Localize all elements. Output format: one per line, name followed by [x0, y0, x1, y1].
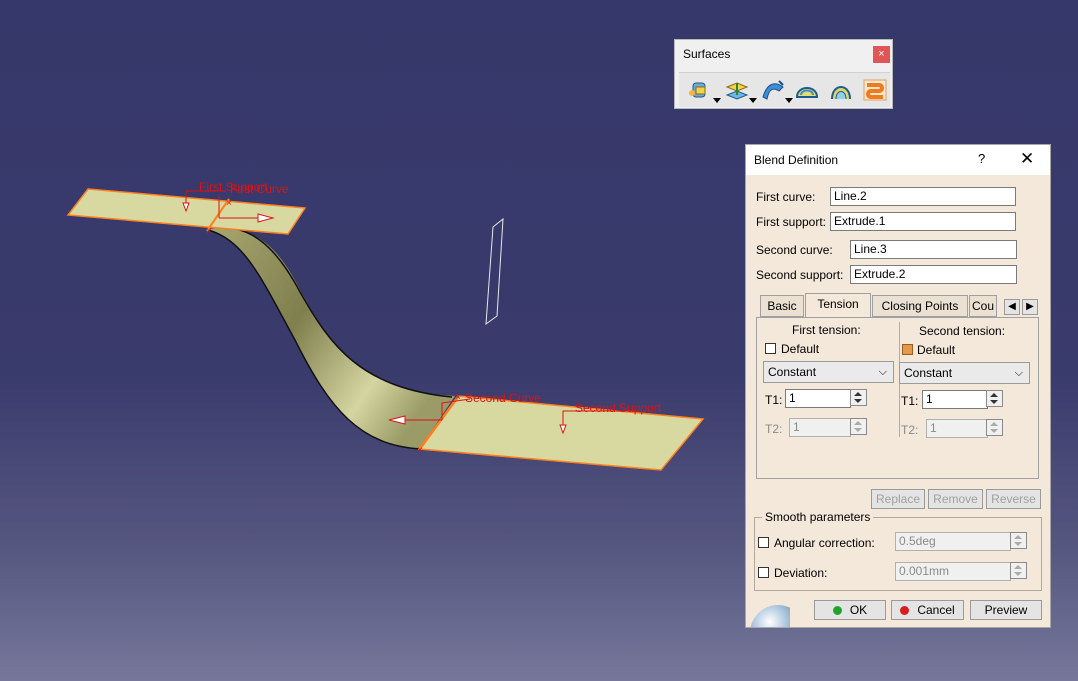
- deviation-checkbox[interactable]: [758, 567, 769, 578]
- smooth-parameters-title: Smooth parameters: [762, 510, 874, 524]
- first-t2-field[interactable]: 1: [789, 418, 851, 437]
- cancel-button[interactable]: Cancel: [891, 600, 964, 620]
- second-curve-label: Second Curve: [465, 391, 541, 405]
- toolbar-icons: [679, 72, 890, 107]
- first-curve-field[interactable]: Line.2: [830, 187, 1016, 206]
- remove-button[interactable]: Remove: [928, 489, 983, 509]
- tension-panel: First tension: Default Constant ⌵ T1: 1 …: [756, 317, 1039, 479]
- ok-button-label: OK: [849, 603, 868, 617]
- close-icon[interactable]: ✕: [1020, 149, 1034, 169]
- sweep-icon[interactable]: [759, 77, 793, 103]
- ok-button[interactable]: OK: [814, 600, 886, 620]
- second-support-label: Second Support: [575, 401, 662, 415]
- first-curve-label: First Curve: [230, 182, 289, 196]
- first-tension-mode-value: Constant: [768, 365, 817, 379]
- first-default-label: Default: [781, 342, 820, 356]
- tab-coupling[interactable]: Cou: [969, 295, 997, 317]
- second-end-marker: ×: [455, 392, 461, 403]
- deviation-field[interactable]: 0.001mm: [895, 562, 1011, 581]
- second-t1-spinner[interactable]: [986, 390, 1003, 407]
- first-default-checkbox[interactable]: [765, 343, 776, 354]
- second-t2-label: T2:: [901, 423, 919, 437]
- second-support-field[interactable]: Extrude.2: [850, 265, 1017, 284]
- extrude-icon[interactable]: [687, 77, 721, 103]
- first-t1-label: T1:: [765, 393, 783, 407]
- angular-correction-label: Angular correction:: [774, 536, 875, 550]
- angular-correction-spinner[interactable]: [1010, 532, 1027, 549]
- second-default-checkbox[interactable]: [902, 344, 913, 355]
- first-support-label: First support:: [756, 215, 827, 229]
- first-support-field[interactable]: Extrude.1: [830, 212, 1016, 231]
- second-t1-label: T1:: [901, 394, 919, 408]
- fill-icon[interactable]: [793, 77, 821, 103]
- angular-correction-checkbox[interactable]: [758, 537, 769, 548]
- first-tension-title: First tension:: [792, 323, 861, 337]
- second-t2-field[interactable]: 1: [926, 419, 988, 438]
- dialog-title-bar[interactable]: Blend Definition ? ✕: [746, 145, 1050, 175]
- first-curve-label: First curve:: [756, 190, 816, 204]
- tab-tension[interactable]: Tension: [805, 293, 871, 318]
- second-support-label: Second support:: [756, 268, 844, 282]
- offset-icon[interactable]: [723, 77, 757, 103]
- second-default-label: Default: [917, 343, 956, 357]
- ok-icon: [832, 606, 842, 615]
- first-tension-mode-select[interactable]: Constant ⌵: [763, 361, 894, 383]
- tab-scroll-left-button[interactable]: ◀: [1004, 299, 1020, 315]
- first-point-marker: ×: [206, 226, 212, 237]
- second-tension-mode-select[interactable]: Constant ⌵: [899, 362, 1030, 384]
- tab-basic[interactable]: Basic: [760, 295, 804, 317]
- preview-button[interactable]: Preview: [970, 600, 1042, 620]
- cancel-icon: [900, 606, 910, 615]
- chevron-down-icon: ⌵: [1014, 367, 1023, 379]
- deviation-label: Deviation:: [774, 566, 828, 580]
- second-tension-mode-value: Constant: [904, 366, 953, 380]
- first-end-marker: ×: [226, 198, 232, 209]
- first-t1-field[interactable]: 1: [785, 389, 851, 408]
- second-curve-label: Second curve:: [756, 243, 833, 257]
- toolbar-title: Surfaces: [683, 47, 731, 61]
- dialog-title: Blend Definition: [754, 153, 839, 167]
- second-tension-title: Second tension:: [919, 324, 1006, 338]
- first-t1-spinner[interactable]: [850, 389, 867, 406]
- blend-definition-dialog[interactable]: Blend Definition ? ✕ First curve: Line.2…: [745, 144, 1051, 628]
- chevron-down-icon: ⌵: [878, 366, 887, 378]
- first-t2-spinner[interactable]: [850, 418, 867, 435]
- second-t2-spinner[interactable]: [986, 419, 1003, 436]
- cancel-button-label: Cancel: [917, 603, 955, 617]
- reverse-button[interactable]: Reverse: [986, 489, 1041, 509]
- catia-logo: [746, 595, 790, 627]
- second-point-marker: ×: [417, 445, 423, 456]
- replace-button[interactable]: Replace: [871, 489, 925, 509]
- blend-icon[interactable]: [861, 77, 889, 103]
- reference-plane[interactable]: [485, 217, 504, 326]
- blend-surface[interactable]: [208, 228, 455, 448]
- tab-scroll-right-button[interactable]: ▶: [1022, 299, 1038, 315]
- toolbar-close-button[interactable]: ×: [873, 46, 890, 63]
- multisection-icon[interactable]: [827, 77, 855, 103]
- second-curve-field[interactable]: Line.3: [850, 240, 1017, 259]
- angular-correction-field[interactable]: 0.5deg: [895, 532, 1011, 551]
- deviation-spinner[interactable]: [1010, 562, 1027, 579]
- first-t2-label: T2:: [765, 422, 783, 436]
- help-button[interactable]: ?: [978, 151, 985, 166]
- second-t1-field[interactable]: 1: [922, 390, 988, 409]
- tab-closing-points[interactable]: Closing Points: [872, 295, 968, 317]
- surfaces-toolbar[interactable]: Surfaces ×: [674, 39, 893, 109]
